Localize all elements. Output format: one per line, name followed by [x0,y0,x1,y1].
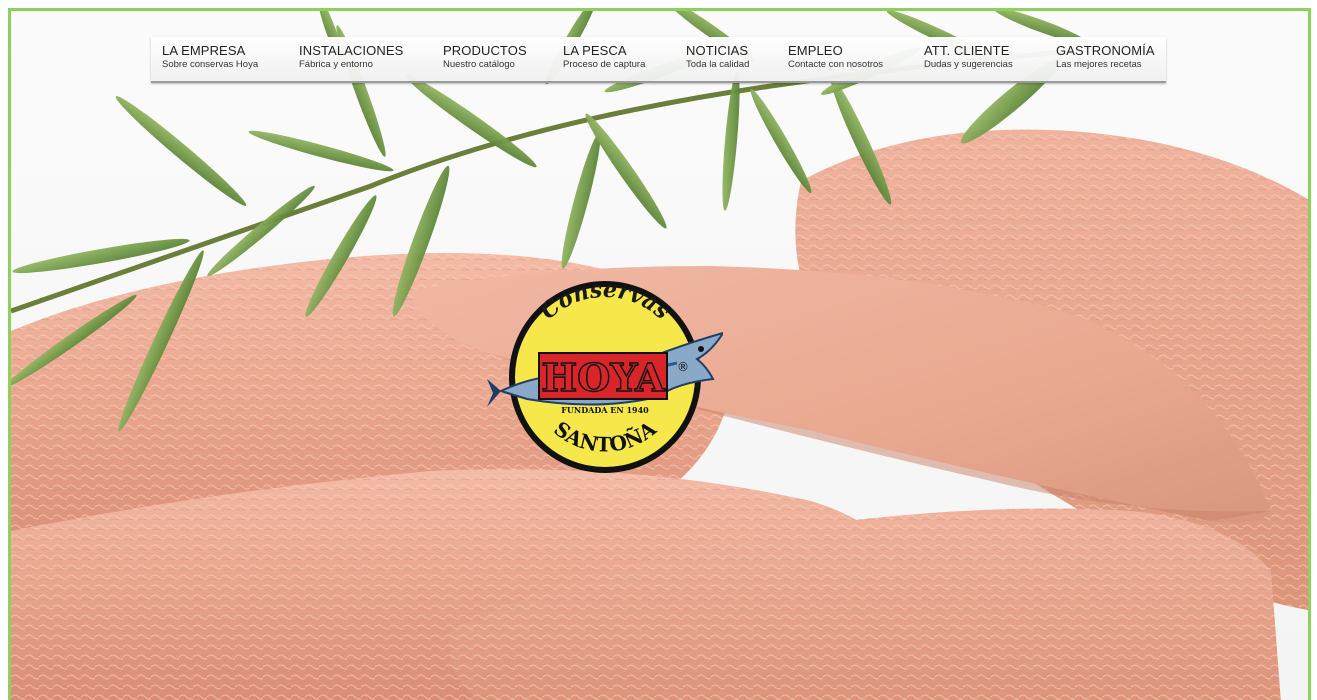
nav-item-empleo[interactable]: EMPLEO Contacte con nosotros [788,43,883,71]
hero-frame: LA EMPRESA Sobre conservas Hoya INSTALAC… [8,8,1311,700]
nav-item-subtitle: Contacte con nosotros [788,59,884,70]
nav-item-att-cliente[interactable]: ATT. CLIENTE Dudas y sugerencias [924,43,1013,71]
conservas-hoya-logo[interactable]: Conservas HOYA ® FUNDADA EN 1940 SANTOÑA [487,279,723,475]
nav-item-subtitle: Fábrica y entorno [299,59,373,70]
nav-item-title: GASTRONOMÍA [1056,43,1155,58]
nav-item-subtitle: Proceso de captura [563,59,646,70]
nav-item-la-empresa[interactable]: LA EMPRESA Sobre conservas Hoya [162,43,258,71]
logo-founded: FUNDADA EN 1940 [561,405,649,415]
logo-brand: HOYA [541,355,665,400]
nav-item-subtitle: Toda la calidad [686,59,750,70]
nav-item-productos[interactable]: PRODUCTOS Nuestro catálogo [443,43,527,71]
nav-item-title: INSTALACIONES [299,43,404,58]
nav-item-title: ATT. CLIENTE [924,43,1010,58]
nav-item-instalaciones[interactable]: INSTALACIONES Fábrica y entorno [299,43,403,71]
nav-item-title: LA PESCA [563,43,627,58]
nav-item-title: EMPLEO [788,43,843,58]
nav-item-subtitle: Las mejores recetas [1056,59,1142,70]
nav-item-noticias[interactable]: NOTICIAS Toda la calidad [686,43,749,71]
logo-registered: ® [677,360,689,374]
nav-item-la-pesca[interactable]: LA PESCA Proceso de captura [563,43,645,71]
main-nav: LA EMPRESA Sobre conservas Hoya INSTALAC… [151,37,1166,83]
nav-item-title: NOTICIAS [686,43,749,58]
nav-item-subtitle: Nuestro catálogo [443,59,515,70]
nav-item-subtitle: Dudas y sugerencias [924,59,1013,70]
nav-item-title: LA EMPRESA [162,43,246,58]
nav-item-gastronomia[interactable]: GASTRONOMÍA Las mejores recetas [1056,43,1155,71]
nav-item-title: PRODUCTOS [443,43,527,58]
nav-item-subtitle: Sobre conservas Hoya [162,59,259,70]
